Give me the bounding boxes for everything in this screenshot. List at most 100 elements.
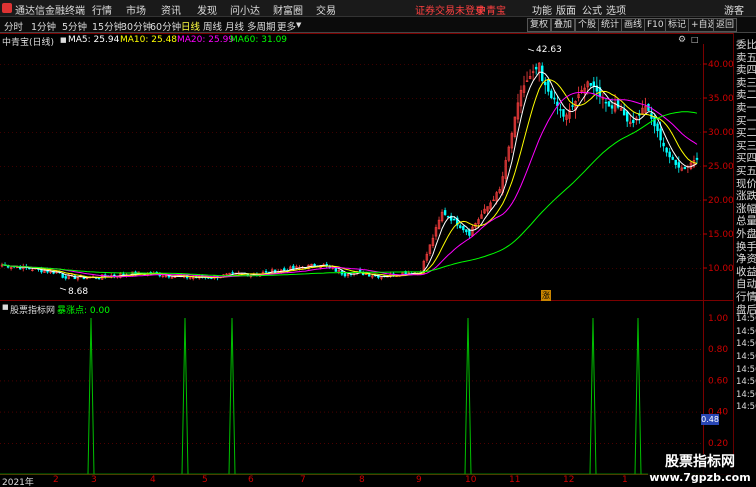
- candlestick-series: [0, 62, 699, 282]
- indicator-title: 股票指标网: [10, 306, 56, 316]
- time-label: 2: [53, 475, 59, 485]
- event-marker-badge[interactable]: 涨: [541, 290, 551, 301]
- indicator-tick-label: 0.80: [708, 345, 728, 355]
- candle-body: [695, 157, 699, 160]
- low-price-label: 8.68: [68, 287, 89, 297]
- candle-body: [446, 215, 450, 218]
- candle-body: [64, 276, 67, 279]
- indicator-spike: [87, 317, 95, 475]
- maximize-icon[interactable]: □: [691, 35, 699, 44]
- indicator-tick-label: 1.00: [708, 314, 728, 324]
- high-marker-arrow: [527, 48, 535, 52]
- candle-body: [662, 142, 665, 147]
- time-label: 9: [416, 475, 422, 485]
- candle-body: [547, 79, 550, 92]
- indicator-current-value: 0.48: [701, 414, 719, 425]
- candle-body: [465, 229, 468, 233]
- ma20-line: [1, 92, 698, 278]
- indicator-tick-label: 0.60: [708, 376, 728, 386]
- candle-body: [358, 269, 362, 272]
- quote-side-panel: 委比 卖五 卖四 卖三 卖二 卖一 买一 买二 买三 买四 买五 现价 涨跌 涨幅 总量 外盘 换手 净资 收益 自动…: [733, 33, 756, 477]
- indicator-spike: [181, 317, 189, 475]
- candle-body: [553, 97, 556, 100]
- indicator-tick-label: 0.20: [708, 439, 728, 449]
- quote-panel-label: 14:50: [736, 352, 756, 362]
- price-tick-label: 20.00: [708, 196, 734, 206]
- candle-body: [459, 225, 462, 229]
- candle-body: [452, 218, 456, 221]
- ma10-line: [1, 78, 698, 278]
- candle-body: [592, 81, 596, 87]
- price-tick-label: 15.00: [708, 230, 734, 240]
- time-label: 7: [300, 475, 306, 485]
- candle-body: [541, 65, 544, 81]
- quote-panel-label: 14:50: [736, 364, 756, 375]
- quote-panel-label: 14:50: [736, 402, 756, 413]
- ma5-line: [1, 71, 698, 279]
- quote-panel-label: 14:50: [736, 326, 756, 337]
- watermark-title: 股票指标网: [665, 454, 735, 470]
- candle-body: [544, 82, 547, 86]
- time-label: 2021年: [2, 478, 34, 487]
- candle-body: [589, 83, 592, 86]
- ma20-label: MA20: 25.99: [177, 35, 235, 45]
- indicator-spike: [589, 317, 597, 475]
- time-label: 10: [465, 475, 477, 485]
- ma60-line: [1, 111, 698, 277]
- time-label: 12: [563, 475, 575, 485]
- price-tick-label: 40.00: [708, 60, 734, 70]
- candle-body: [443, 210, 447, 215]
- candle-body: [668, 151, 671, 158]
- time-label: 11: [509, 475, 521, 485]
- candle-body: [562, 109, 565, 117]
- indicator-header: ■ 股票指标网 暴涨点: 0.00: [0, 303, 733, 316]
- time-label: 1: [622, 475, 628, 485]
- ma10-label: MA10: 25.48: [120, 35, 178, 45]
- indicator-spike: [464, 317, 472, 475]
- price-tick-label: 35.00: [708, 94, 734, 104]
- candle-body: [656, 123, 659, 132]
- candle-body: [677, 162, 680, 168]
- time-label: 4: [150, 475, 156, 485]
- candle-body: [97, 277, 101, 280]
- price-axis: 40.00 35.00 30.00 25.00 20.00 15.00 10.00: [703, 60, 734, 274]
- indicator-spike: [228, 317, 236, 475]
- candle-body: [625, 111, 629, 122]
- candle-body: [604, 101, 608, 104]
- candle-body: [674, 159, 677, 165]
- settings-icon[interactable]: ⚙: [678, 35, 686, 45]
- low-marker-arrow: [59, 287, 67, 291]
- candle-body: [550, 90, 553, 99]
- time-label: 8: [359, 475, 365, 485]
- candle-body: [659, 128, 662, 141]
- candle-body: [534, 66, 538, 70]
- candle-body: [607, 101, 611, 107]
- trading-terminal-window: 通达信金融终端 行情 市场 资讯 发现 问小达 财富圈 交易 证券交易未登录 中…: [0, 0, 756, 487]
- small-square-icon: ■: [2, 303, 9, 311]
- candle-body: [283, 268, 286, 271]
- kline-header: 中青宝(日线) ■ MA5: 25.94 MA10: 25.48 MA20: 2…: [0, 35, 733, 48]
- candle-body: [343, 273, 347, 277]
- indicator-spike: [634, 317, 642, 475]
- time-label: 5: [202, 475, 208, 485]
- candle-body: [264, 271, 268, 273]
- candle-body: [292, 265, 295, 269]
- chart-canvas: 40.00 35.00 30.00 25.00 20.00 15.00 10.00 1.00…: [0, 33, 734, 475]
- indicator-spikes: [0, 317, 703, 475]
- candle-body: [368, 274, 371, 277]
- candle-body: [610, 105, 614, 109]
- small-square-icon: ■: [60, 36, 67, 44]
- indicator-axis: 1.000.800.600.400.20: [708, 314, 728, 449]
- candle-body: [462, 226, 465, 231]
- price-tick-label: 10.00: [708, 264, 734, 274]
- candle-body: [665, 147, 668, 153]
- time-label: 3: [91, 475, 97, 485]
- candle-body: [653, 116, 656, 127]
- candle-body: [468, 229, 471, 236]
- ma5-label: MA5: 25.94: [68, 35, 120, 45]
- high-price-label: 42.63: [536, 45, 562, 55]
- candle-body: [559, 109, 562, 111]
- watermark: 股票指标网 www.7gpzb.com: [648, 454, 752, 487]
- stock-period-label: 中青宝(日线): [2, 38, 55, 48]
- candle-body: [61, 273, 64, 278]
